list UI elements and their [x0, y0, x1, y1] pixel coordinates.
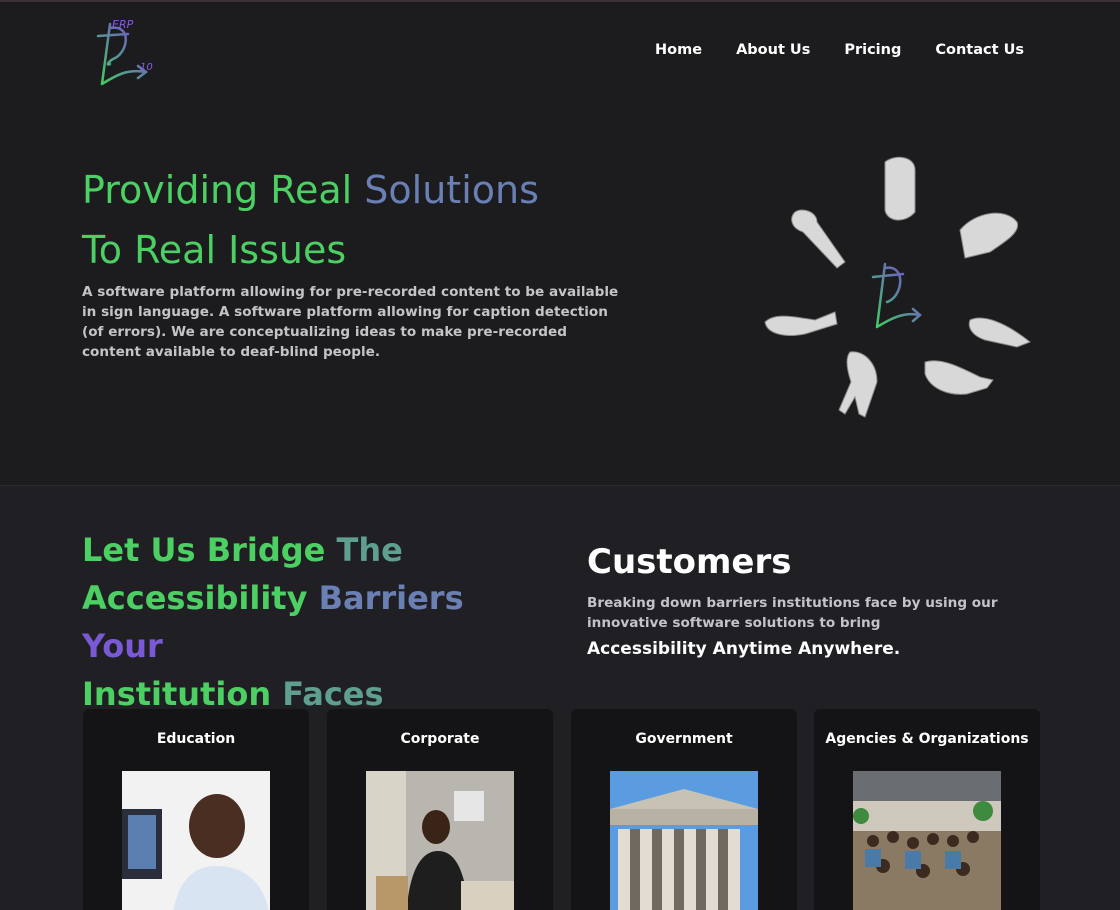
nav-pricing[interactable]: Pricing [844, 42, 901, 58]
flat-hand-icon [764, 311, 838, 336]
education-photo [122, 771, 270, 910]
hero-section: ERP 10 Home About Us Pricing Contact Us … [0, 2, 1120, 485]
card-title: Government [635, 731, 733, 747]
customers-description: Breaking down barriers institutions face… [587, 595, 998, 631]
svg-text:ERP: ERP [112, 18, 134, 31]
card-agencies-organizations[interactable]: Agencies & Organizations [814, 709, 1040, 910]
customers-title: Customers [587, 542, 792, 582]
card-title: Agencies & Organizations [825, 731, 1029, 747]
hero-title-part1: Providing Real [82, 168, 365, 212]
customers-tagline: Accessibility Anytime Anywhere. [587, 639, 901, 659]
fist-hand-icon [884, 156, 916, 221]
card-corporate[interactable]: Corporate [327, 709, 553, 910]
main-nav: Home About Us Pricing Contact Us [655, 42, 1024, 58]
nav-home[interactable]: Home [655, 42, 702, 58]
nav-about-us[interactable]: About Us [736, 42, 810, 58]
hero-title-part2: Solutions [364, 168, 539, 212]
agencies-crowd-photo [853, 771, 1001, 910]
customers-section: Let Us Bridge The Accessibility Barriers… [0, 485, 1120, 910]
knock-hand-icon [959, 212, 1019, 259]
hero-title-line2: To Real Issues [82, 228, 347, 272]
corporate-photo [366, 771, 514, 910]
v-hand-icon [838, 351, 878, 418]
card-title: Education [156, 731, 236, 747]
sign-language-hands-illustration [764, 156, 1031, 418]
hero-description: A software platform allowing for pre-rec… [82, 284, 619, 360]
hero-title: Providing Real Solutions To Real Issues [82, 160, 642, 280]
brand-logo[interactable]: ERP 10 [88, 14, 158, 94]
svg-text:10: 10 [140, 62, 153, 73]
open-hand-icon [924, 360, 994, 395]
government-building-photo [610, 771, 758, 910]
point-hand-icon [968, 317, 1031, 348]
pinch-hand-icon [791, 209, 846, 269]
card-education[interactable]: Education [83, 709, 309, 910]
nav-contact-us[interactable]: Contact Us [935, 42, 1024, 58]
card-title: Corporate [400, 731, 480, 747]
card-government[interactable]: Government [571, 709, 797, 910]
center-logo-icon [871, 262, 922, 329]
bridge-title: Let Us Bridge The Accessibility Barriers… [82, 531, 464, 713]
